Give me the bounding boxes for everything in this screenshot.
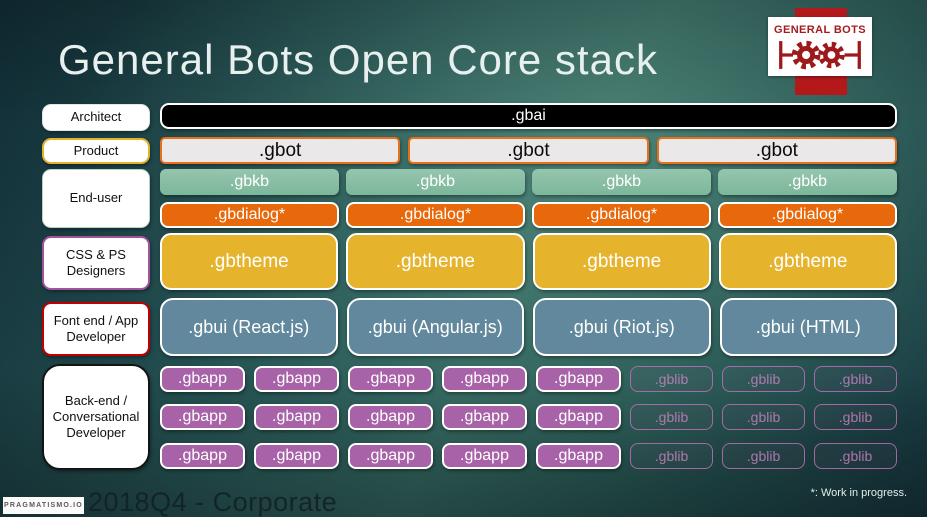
gblib-bar: .gblib bbox=[722, 404, 805, 430]
gbot-row: .gbot .gbot .gbot bbox=[160, 137, 897, 164]
gbui-react-bar: .gbui (React.js) bbox=[160, 298, 338, 356]
gbapp-bar: .gbapp bbox=[160, 443, 245, 469]
gblib-bar: .gblib bbox=[630, 443, 713, 469]
gears-icon bbox=[779, 40, 861, 70]
gbtheme-row: .gbtheme .gbtheme .gbtheme .gbtheme bbox=[160, 233, 897, 290]
gbapp-bar: .gbapp bbox=[442, 443, 527, 469]
row-label-text: Architect bbox=[70, 109, 122, 125]
gblib-bar: .gblib bbox=[814, 366, 897, 392]
row-label-product: Product bbox=[42, 138, 150, 164]
pragmatismo-brand-badge: PRAGMATISMO.IO bbox=[3, 497, 84, 514]
gbtheme-bar: .gbtheme bbox=[346, 233, 525, 290]
gbkb-bar: .gbkb bbox=[160, 169, 339, 195]
gbai-bar: .gbai bbox=[160, 103, 897, 129]
row-label-backend-conversational-developer: Back-end / Conversational Developer bbox=[42, 364, 150, 470]
slide: General Bots Open Core stack GENERAL BOT… bbox=[0, 0, 927, 517]
gbapp-bar: .gbapp bbox=[254, 443, 339, 469]
gbapp-bar: .gbapp bbox=[442, 404, 527, 430]
gbtheme-bar: .gbtheme bbox=[718, 233, 897, 290]
gbdialog-bar: .gbdialog* bbox=[346, 202, 525, 228]
row-label-frontend-app-developer: Font end / App Developer bbox=[42, 302, 150, 356]
gbapp-bar: .gbapp bbox=[536, 366, 621, 392]
gbui-angular-bar: .gbui (Angular.js) bbox=[346, 298, 524, 356]
work-in-progress-note: *: Work in progress. bbox=[810, 487, 907, 499]
gblib-bar: .gblib bbox=[814, 404, 897, 430]
gbdialog-bar: .gbdialog* bbox=[532, 202, 711, 228]
logo-wordmark: GENERAL BOTS bbox=[774, 24, 866, 36]
row-label-text: End-user bbox=[69, 190, 123, 206]
gblib-bar: .gblib bbox=[630, 404, 713, 430]
gbapp-bar: .gbapp bbox=[254, 404, 339, 430]
gblib-bar: .gblib bbox=[630, 366, 713, 392]
gbapp-bar: .gbapp bbox=[442, 366, 527, 392]
gbui-riot-bar: .gbui (Riot.js) bbox=[533, 298, 711, 356]
gbdialog-bar: .gbdialog* bbox=[718, 202, 897, 228]
gbkb-bar: .gbkb bbox=[718, 169, 897, 195]
row-label-text: CSS & PS Designers bbox=[66, 246, 126, 278]
gblib-bar: .gblib bbox=[814, 443, 897, 469]
gbui-html-bar: .gbui (HTML) bbox=[719, 298, 897, 356]
gbot-bar: .gbot bbox=[160, 137, 401, 164]
gbapp-bar: .gbapp bbox=[348, 443, 433, 469]
row-label-text: Back-end / Conversational Developer bbox=[52, 392, 140, 441]
gbapp-bar: .gbapp bbox=[348, 404, 433, 430]
page-title: General Bots Open Core stack bbox=[58, 36, 658, 83]
gbapp-bar: .gbapp bbox=[536, 404, 621, 430]
gbkb-bar: .gbkb bbox=[346, 169, 525, 195]
gbot-bar: .gbot bbox=[408, 137, 649, 164]
backend-row-2: .gbapp .gbapp .gbapp .gbapp .gbapp .gbli… bbox=[160, 404, 897, 430]
footer-caption: 2018Q4 - Corporate bbox=[88, 487, 338, 517]
gbai-row: .gbai bbox=[160, 103, 897, 129]
gbapp-bar: .gbapp bbox=[160, 404, 245, 430]
gbapp-bar: .gbapp bbox=[160, 366, 245, 392]
gbapp-bar: .gbapp bbox=[254, 366, 339, 392]
backend-row-3: .gbapp .gbapp .gbapp .gbapp .gbapp .gbli… bbox=[160, 443, 897, 469]
gblib-bar: .gblib bbox=[722, 366, 805, 392]
row-label-text: Font end / App Developer bbox=[53, 312, 139, 344]
gbtheme-bar: .gbtheme bbox=[160, 233, 339, 290]
gbdialog-row: .gbdialog* .gbdialog* .gbdialog* .gbdial… bbox=[160, 202, 897, 228]
row-label-css-ps-designers: CSS & PS Designers bbox=[42, 236, 150, 290]
gbui-row: .gbui (React.js) .gbui (Angular.js) .gbu… bbox=[160, 298, 897, 356]
gbkb-bar: .gbkb bbox=[532, 169, 711, 195]
gbapp-bar: .gbapp bbox=[536, 443, 621, 469]
gbkb-row: .gbkb .gbkb .gbkb .gbkb bbox=[160, 169, 897, 195]
general-bots-logo: GENERAL BOTS bbox=[768, 17, 872, 76]
row-label-end-user: End-user bbox=[42, 169, 150, 228]
row-label-architect: Architect bbox=[42, 104, 150, 131]
gbapp-bar: .gbapp bbox=[348, 366, 433, 392]
gbdialog-bar: .gbdialog* bbox=[160, 202, 339, 228]
backend-row-1: .gbapp .gbapp .gbapp .gbapp .gbapp .gbli… bbox=[160, 366, 897, 392]
row-label-text: Product bbox=[73, 142, 119, 158]
gbtheme-bar: .gbtheme bbox=[532, 233, 711, 290]
gblib-bar: .gblib bbox=[722, 443, 805, 469]
gbot-bar: .gbot bbox=[656, 137, 897, 164]
